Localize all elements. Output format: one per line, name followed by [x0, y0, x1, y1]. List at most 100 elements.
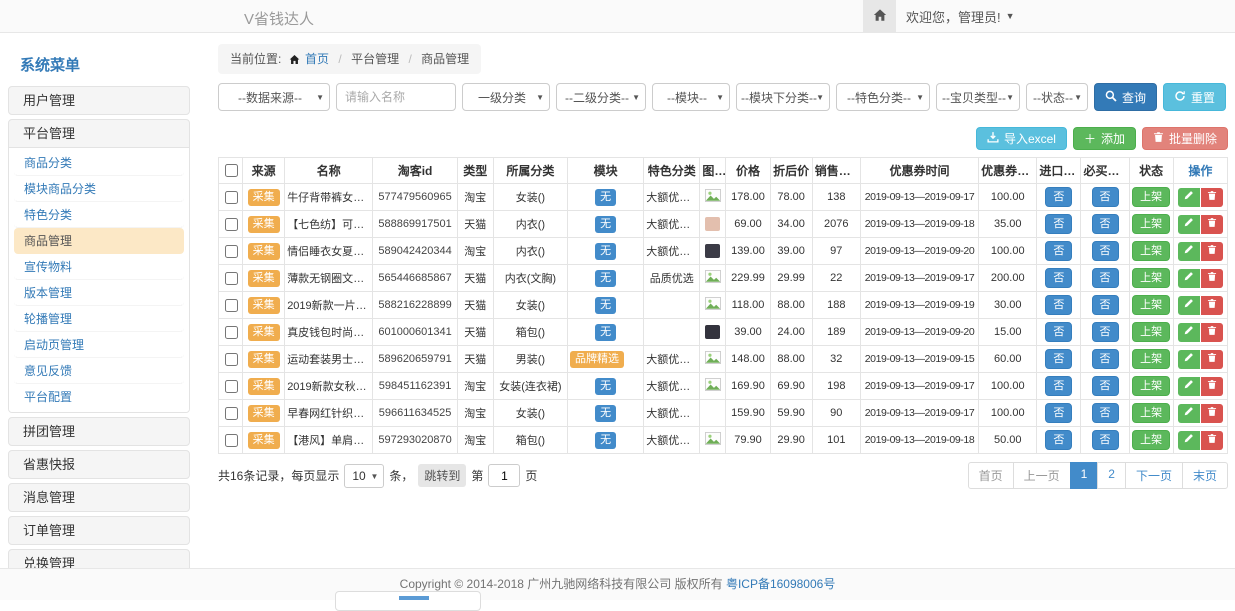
select-all-checkbox[interactable]: [225, 164, 238, 177]
delete-button[interactable]: [1201, 242, 1223, 261]
must-buy-toggle[interactable]: 否: [1092, 322, 1119, 342]
page-2-button[interactable]: 2: [1097, 462, 1126, 489]
batch-delete-button[interactable]: 批量删除: [1142, 127, 1228, 150]
sidebar-item-7[interactable]: 轮播管理: [14, 306, 184, 332]
reset-button[interactable]: 重置: [1163, 83, 1226, 111]
status-button[interactable]: 上架: [1132, 322, 1170, 342]
import-pick-toggle[interactable]: 否: [1045, 268, 1072, 288]
delete-button[interactable]: [1201, 431, 1223, 450]
sidebar-item-10[interactable]: 平台配置: [14, 384, 184, 410]
sidebar-item-4[interactable]: 商品管理: [14, 228, 184, 254]
edit-button[interactable]: [1178, 269, 1200, 288]
feature-filter[interactable]: --特色分类--▼: [836, 83, 930, 111]
page-last-button[interactable]: 末页: [1182, 462, 1228, 489]
delete-button[interactable]: [1201, 188, 1223, 207]
sidebar-item-9[interactable]: 意见反馈: [14, 358, 184, 384]
edit-button[interactable]: [1178, 404, 1200, 423]
status-button[interactable]: 上架: [1132, 295, 1170, 315]
must-buy-toggle[interactable]: 否: [1092, 295, 1119, 315]
delete-button[interactable]: [1201, 323, 1223, 342]
import-pick-toggle[interactable]: 否: [1045, 295, 1072, 315]
sidebar-group-1[interactable]: 用户管理: [9, 87, 189, 114]
import-pick-toggle[interactable]: 否: [1045, 241, 1072, 261]
row-checkbox[interactable]: [225, 434, 238, 447]
home-nav-button[interactable]: [863, 0, 896, 32]
must-buy-toggle[interactable]: 否: [1092, 241, 1119, 261]
row-checkbox[interactable]: [225, 191, 238, 204]
source-filter[interactable]: --数据来源--▼: [218, 83, 330, 111]
import-pick-toggle[interactable]: 否: [1045, 403, 1072, 423]
import-excel-button[interactable]: 导入excel: [976, 127, 1067, 150]
edit-button[interactable]: [1178, 350, 1200, 369]
edit-button[interactable]: [1178, 242, 1200, 261]
page-1-button[interactable]: 1: [1070, 462, 1099, 489]
status-button[interactable]: 上架: [1132, 376, 1170, 396]
delete-button[interactable]: [1201, 296, 1223, 315]
delete-button[interactable]: [1201, 269, 1223, 288]
status-button[interactable]: 上架: [1132, 214, 1170, 234]
icp-link[interactable]: 粤ICP备16098006号: [726, 577, 835, 591]
row-checkbox[interactable]: [225, 272, 238, 285]
sidebar-item-5[interactable]: 宣传物料: [14, 254, 184, 280]
row-checkbox[interactable]: [225, 380, 238, 393]
jump-button[interactable]: 跳转到: [418, 464, 466, 487]
sidebar-item-6[interactable]: 版本管理: [14, 280, 184, 306]
sidebar-item-3[interactable]: 特色分类: [14, 202, 184, 228]
import-pick-toggle[interactable]: 否: [1045, 322, 1072, 342]
row-checkbox[interactable]: [225, 326, 238, 339]
user-menu[interactable]: 欢迎您，管理员! ▼: [906, 0, 1015, 32]
status-button[interactable]: 上架: [1132, 349, 1170, 369]
must-buy-toggle[interactable]: 否: [1092, 187, 1119, 207]
breadcrumb-home-link[interactable]: 首页: [305, 52, 329, 66]
row-checkbox[interactable]: [225, 218, 238, 231]
sidebar-group-4[interactable]: 省惠快报: [9, 451, 189, 478]
sidebar-item-8[interactable]: 启动页管理: [14, 332, 184, 358]
category2-filter[interactable]: --二级分类--▼: [556, 83, 646, 111]
page-next-button[interactable]: 下一页: [1125, 462, 1183, 489]
sidebar-group-2[interactable]: 平台管理: [9, 120, 189, 147]
module-filter[interactable]: --模块--▼: [652, 83, 730, 111]
item-type-filter[interactable]: --宝贝类型--▼: [936, 83, 1020, 111]
edit-button[interactable]: [1178, 323, 1200, 342]
page-first-button[interactable]: 首页: [968, 462, 1014, 489]
status-filter[interactable]: --状态--▼: [1026, 83, 1088, 111]
page-prev-button[interactable]: 上一页: [1013, 462, 1071, 489]
delete-button[interactable]: [1201, 377, 1223, 396]
status-button[interactable]: 上架: [1132, 241, 1170, 261]
must-buy-toggle[interactable]: 否: [1092, 214, 1119, 234]
page-jump-input[interactable]: [488, 464, 520, 487]
category1-filter[interactable]: 一级分类▼: [462, 83, 550, 111]
sidebar-group-5[interactable]: 消息管理: [9, 484, 189, 511]
status-button[interactable]: 上架: [1132, 430, 1170, 450]
page-size-select[interactable]: 10 ▼: [344, 464, 384, 488]
sidebar-group-3[interactable]: 拼团管理: [9, 418, 189, 445]
must-buy-toggle[interactable]: 否: [1092, 376, 1119, 396]
import-pick-toggle[interactable]: 否: [1045, 349, 1072, 369]
edit-button[interactable]: [1178, 431, 1200, 450]
row-checkbox[interactable]: [225, 353, 238, 366]
import-pick-toggle[interactable]: 否: [1045, 214, 1072, 234]
delete-button[interactable]: [1201, 215, 1223, 234]
import-pick-toggle[interactable]: 否: [1045, 430, 1072, 450]
status-button[interactable]: 上架: [1132, 268, 1170, 288]
import-pick-toggle[interactable]: 否: [1045, 187, 1072, 207]
edit-button[interactable]: [1178, 377, 1200, 396]
row-checkbox[interactable]: [225, 407, 238, 420]
sidebar-group-6[interactable]: 订单管理: [9, 517, 189, 544]
import-pick-toggle[interactable]: 否: [1045, 376, 1072, 396]
search-button[interactable]: 查询: [1094, 83, 1157, 111]
add-button[interactable]: ＋ 添加: [1073, 127, 1136, 150]
must-buy-toggle[interactable]: 否: [1092, 268, 1119, 288]
delete-button[interactable]: [1201, 404, 1223, 423]
must-buy-toggle[interactable]: 否: [1092, 403, 1119, 423]
must-buy-toggle[interactable]: 否: [1092, 349, 1119, 369]
sidebar-item-1[interactable]: 商品分类: [14, 150, 184, 176]
module-sub-filter[interactable]: --模块下分类--▼: [736, 83, 830, 111]
row-checkbox[interactable]: [225, 299, 238, 312]
delete-button[interactable]: [1201, 350, 1223, 369]
must-buy-toggle[interactable]: 否: [1092, 430, 1119, 450]
row-checkbox[interactable]: [225, 245, 238, 258]
name-search-input[interactable]: [336, 83, 456, 111]
status-button[interactable]: 上架: [1132, 187, 1170, 207]
sidebar-item-2[interactable]: 模块商品分类: [14, 176, 184, 202]
